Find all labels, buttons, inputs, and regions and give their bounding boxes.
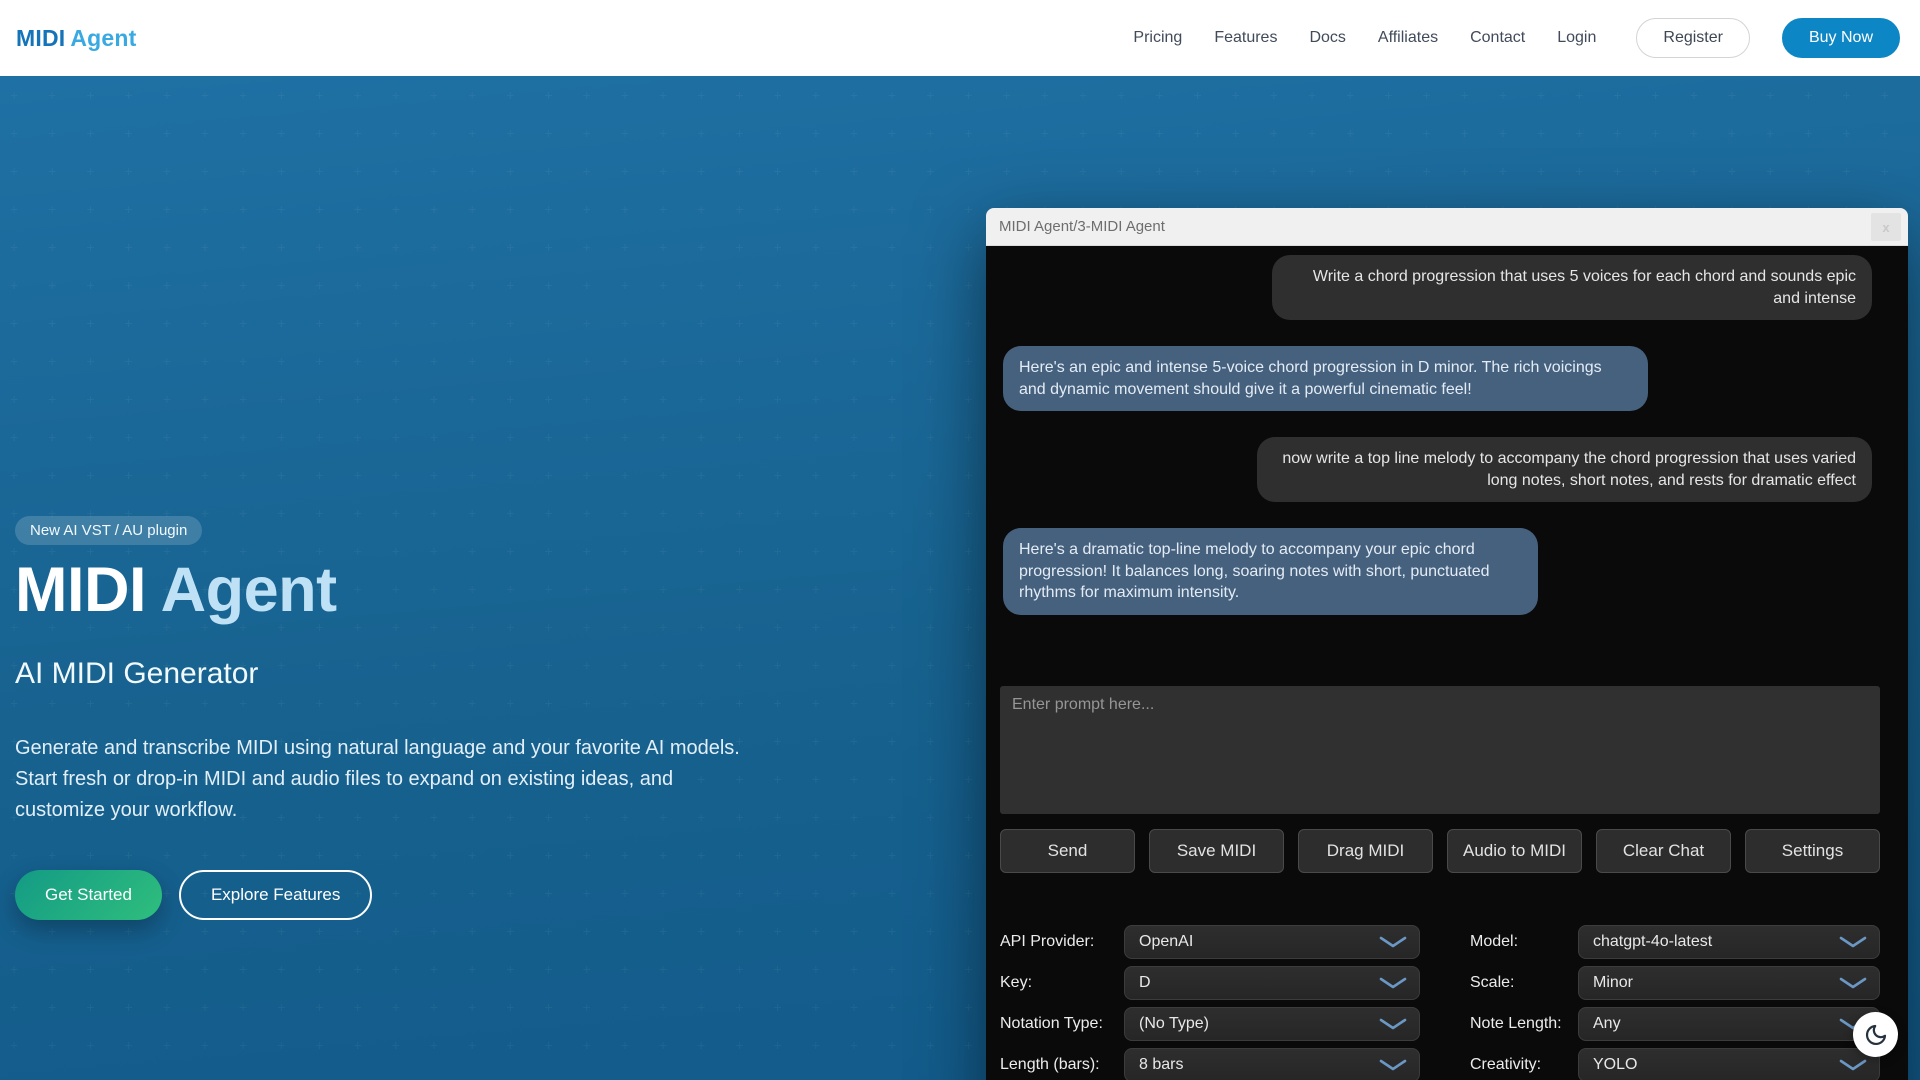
logo-text-secondary: Agent	[70, 25, 136, 51]
length-bars-value: 8 bars	[1139, 1056, 1183, 1074]
clear-chat-button[interactable]: Clear Chat	[1596, 829, 1731, 873]
hero-description: Generate and transcribe MIDI using natur…	[15, 733, 765, 826]
model-value: chatgpt-4o-latest	[1593, 933, 1712, 951]
plugin-titlebar[interactable]: MIDI Agent/3-MIDI Agent x	[986, 208, 1908, 246]
moon-icon	[1864, 1023, 1888, 1047]
dark-mode-toggle[interactable]	[1853, 1012, 1898, 1057]
buy-now-button[interactable]: Buy Now	[1782, 18, 1900, 58]
prompt-input[interactable]	[1000, 686, 1880, 814]
nav-link-pricing[interactable]: Pricing	[1133, 29, 1182, 47]
note-length-dropdown[interactable]: Any	[1578, 1007, 1880, 1041]
notation-type-value: (No Type)	[1139, 1015, 1209, 1033]
nav-link-contact[interactable]: Contact	[1470, 29, 1525, 47]
save-midi-button[interactable]: Save MIDI	[1149, 829, 1284, 873]
settings-row: Length (bars): 8 bars Creativity: YOLO	[1000, 1048, 1880, 1080]
cta-row: Get Started Explore Features	[15, 870, 805, 920]
nav-link-features[interactable]: Features	[1214, 29, 1277, 47]
nav-link-login[interactable]: Login	[1557, 29, 1596, 47]
new-plugin-badge: New AI VST / AU plugin	[15, 516, 202, 545]
creativity-value: YOLO	[1593, 1056, 1637, 1074]
settings-row: API Provider: OpenAI Model: chatgpt-4o-l…	[1000, 925, 1880, 959]
length-bars-label: Length (bars):	[1000, 1056, 1124, 1074]
plugin-body: Write a chord progression that uses 5 vo…	[986, 246, 1908, 1080]
api-provider-label: API Provider:	[1000, 933, 1124, 951]
chevron-down-icon	[1379, 1018, 1407, 1030]
plugin-button-row: Send Save MIDI Drag MIDI Audio to MIDI C…	[1000, 829, 1880, 873]
navbar: MIDIAgent Pricing Features Docs Affiliat…	[0, 0, 1920, 76]
chevron-down-icon	[1839, 977, 1867, 989]
key-dropdown[interactable]: D	[1124, 966, 1420, 1000]
drag-midi-button[interactable]: Drag MIDI	[1298, 829, 1433, 873]
settings-button[interactable]: Settings	[1745, 829, 1880, 873]
page-subtitle: AI MIDI Generator	[15, 657, 805, 691]
note-length-value: Any	[1593, 1015, 1621, 1033]
page-title-primary: MIDI	[15, 555, 146, 625]
chevron-down-icon	[1839, 1059, 1867, 1071]
model-label: Model:	[1470, 933, 1578, 951]
notation-type-dropdown[interactable]: (No Type)	[1124, 1007, 1420, 1041]
settings-panel: API Provider: OpenAI Model: chatgpt-4o-l…	[1000, 925, 1880, 1080]
hero-content: New AI VST / AU plugin MIDI Agent AI MID…	[15, 516, 805, 920]
scale-dropdown[interactable]: Minor	[1578, 966, 1880, 1000]
close-button[interactable]: x	[1871, 213, 1901, 241]
settings-row: Key: D Scale: Minor	[1000, 966, 1880, 1000]
chat-message-assistant: Here's an epic and intense 5-voice chord…	[1003, 346, 1648, 411]
plugin-window-title: MIDI Agent/3-MIDI Agent	[999, 218, 1165, 235]
creativity-label: Creativity:	[1470, 1056, 1578, 1074]
register-button[interactable]: Register	[1636, 18, 1750, 58]
nav-links: Pricing Features Docs Affiliates Contact…	[1133, 18, 1900, 58]
nav-link-docs[interactable]: Docs	[1309, 29, 1345, 47]
settings-row: Notation Type: (No Type) Note Length: An…	[1000, 1007, 1880, 1041]
explore-features-button[interactable]: Explore Features	[179, 870, 372, 920]
logo[interactable]: MIDIAgent	[16, 25, 137, 52]
api-provider-value: OpenAI	[1139, 933, 1193, 951]
chevron-down-icon	[1379, 936, 1407, 948]
scale-value: Minor	[1593, 974, 1633, 992]
page-title-secondary: Agent	[161, 555, 337, 625]
chat-message-assistant: Here's a dramatic top-line melody to acc…	[1003, 528, 1538, 615]
chevron-down-icon	[1379, 1059, 1407, 1071]
logo-text-primary: MIDI	[16, 25, 65, 51]
chat-area[interactable]: Write a chord progression that uses 5 vo…	[1000, 246, 1880, 686]
send-button[interactable]: Send	[1000, 829, 1135, 873]
chat-message-user: Write a chord progression that uses 5 vo…	[1272, 255, 1872, 320]
page-title: MIDI Agent	[15, 559, 805, 621]
creativity-dropdown[interactable]: YOLO	[1578, 1048, 1880, 1080]
plugin-window: MIDI Agent/3-MIDI Agent x Write a chord …	[986, 208, 1908, 1080]
key-value: D	[1139, 974, 1151, 992]
scale-label: Scale:	[1470, 974, 1578, 992]
length-bars-dropdown[interactable]: 8 bars	[1124, 1048, 1420, 1080]
chevron-down-icon	[1839, 936, 1867, 948]
audio-to-midi-button[interactable]: Audio to MIDI	[1447, 829, 1582, 873]
chat-message-user: now write a top line melody to accompany…	[1257, 437, 1872, 502]
get-started-button[interactable]: Get Started	[15, 870, 162, 920]
hero-section: ++++++++++++++++++++++++++++++++++++++++…	[0, 76, 1920, 1080]
model-dropdown[interactable]: chatgpt-4o-latest	[1578, 925, 1880, 959]
notation-type-label: Notation Type:	[1000, 1015, 1124, 1033]
note-length-label: Note Length:	[1470, 1015, 1578, 1033]
api-provider-dropdown[interactable]: OpenAI	[1124, 925, 1420, 959]
nav-link-affiliates[interactable]: Affiliates	[1378, 29, 1438, 47]
chevron-down-icon	[1379, 977, 1407, 989]
key-label: Key:	[1000, 974, 1124, 992]
